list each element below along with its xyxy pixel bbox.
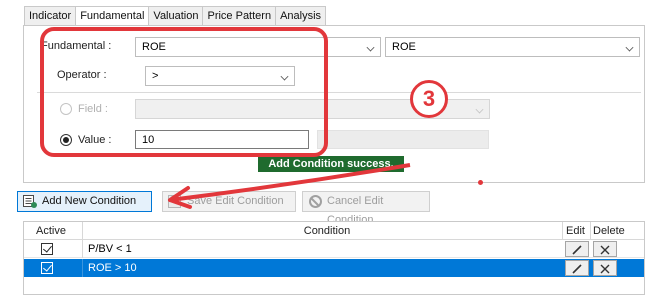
table-header: Active Condition Edit Delete [24, 222, 644, 240]
table-row[interactable]: ROE > 10 [24, 259, 644, 277]
pencil-icon [572, 245, 582, 255]
active-checkbox[interactable] [41, 243, 53, 255]
condition-cell: ROE > 10 [88, 262, 137, 274]
edit-row-button[interactable] [565, 260, 589, 276]
fundamental-subselect[interactable]: ROE [385, 37, 640, 57]
divider [82, 259, 83, 277]
pencil-icon [572, 264, 582, 274]
chevron-down-icon [625, 43, 634, 52]
chevron-down-icon [475, 105, 484, 114]
tab-indicator[interactable]: Indicator [24, 6, 76, 26]
highlight-box [40, 27, 328, 157]
conditions-table: Active Condition Edit Delete P/BV < 1 RO… [23, 221, 645, 295]
column-header-condition[interactable]: Condition [82, 222, 572, 240]
value-extra-box [317, 130, 489, 149]
step-number-badge: 3 [410, 80, 448, 118]
annotation-dot [478, 180, 483, 185]
add-new-condition-button[interactable]: Add New Condition [17, 191, 152, 212]
tab-fundamental[interactable]: Fundamental [75, 6, 149, 27]
column-header-edit[interactable]: Edit [566, 222, 590, 240]
list-add-icon [23, 195, 37, 208]
table-row[interactable]: P/BV < 1 [24, 240, 644, 258]
chevron-down-icon [366, 43, 375, 52]
tab-valuation[interactable]: Valuation [148, 6, 203, 26]
active-checkbox[interactable] [41, 262, 53, 274]
condition-cell: P/BV < 1 [88, 243, 132, 255]
divider [82, 240, 83, 258]
tab-price-pattern[interactable]: Price Pattern [202, 6, 276, 26]
close-icon [600, 245, 610, 255]
column-header-delete[interactable]: Delete [593, 222, 643, 240]
edit-row-button[interactable] [565, 241, 589, 257]
column-header-active[interactable]: Active [36, 222, 86, 240]
divider [590, 222, 591, 240]
close-icon [600, 264, 610, 274]
tab-strip: Indicator Fundamental Valuation Price Pa… [24, 6, 327, 27]
fundamental-subselect-value: ROE [392, 41, 416, 53]
delete-row-button[interactable] [593, 260, 617, 276]
annotation-arrow-icon [168, 163, 411, 209]
delete-row-button[interactable] [593, 241, 617, 257]
add-new-condition-label: Add New Condition [42, 195, 137, 207]
divider [562, 222, 563, 240]
tab-analysis[interactable]: Analysis [275, 6, 327, 26]
